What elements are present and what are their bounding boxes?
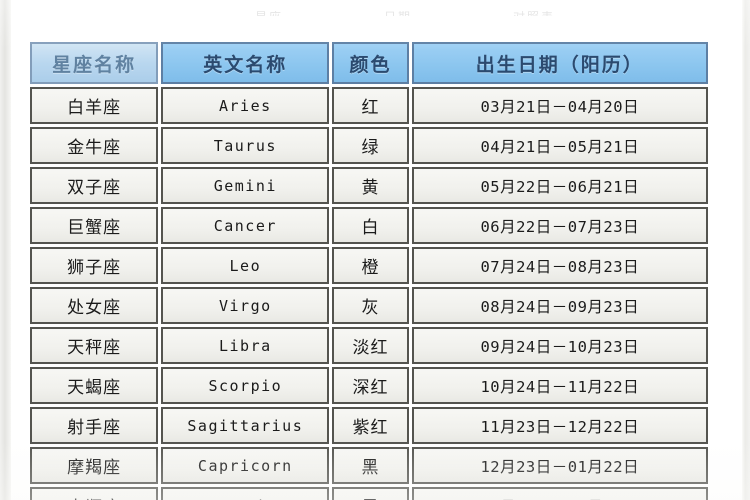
header-birth-date: 出生日期（阳历） [411,42,708,84]
table-header-row: 星座名称 英文名称 颜色 出生日期（阳历） [30,42,708,84]
cell-color: 紫红 [332,407,409,444]
cell-zodiac-name: 射手座 [30,407,159,444]
zodiac-table-container: 星座名称 英文名称 颜色 出生日期（阳历） 白羊座 Aries 红 03月21日… [30,42,714,500]
page-root: 星座 日期 对照表 星座名称 英文名称 颜色 出生日期（阳历） [0,0,750,500]
clipped-title-artifact: 星座 日期 对照表 [255,0,555,16]
cell-english-name: Cancer [161,207,330,244]
cell-birth-date: 11月23日－12月22日 [411,407,708,444]
cell-zodiac-name: 白羊座 [30,87,159,124]
cell-color: 白 [332,207,409,244]
cell-zodiac-name: 处女座 [30,287,159,324]
cell-color: 红 [332,87,409,124]
cell-zodiac-name: 巨蟹座 [30,207,159,244]
cell-color: 绿 [332,127,409,164]
table-row: 射手座 Sagittarius 紫红 11月23日－12月22日 [30,407,708,444]
cell-english-name: Libra [161,327,330,364]
cell-english-name: Aquarius [161,487,330,500]
zodiac-date-table: 星座名称 英文名称 颜色 出生日期（阳历） 白羊座 Aries 红 03月21日… [27,39,711,500]
cell-birth-date: 05月22日－06月21日 [411,167,708,204]
cell-zodiac-name: 天秤座 [30,327,159,364]
page-gutter-left [0,0,11,500]
cell-birth-date: 03月21日－04月20日 [411,87,708,124]
title-fragment-1: 星座 [255,11,283,16]
table-row: 天秤座 Libra 淡红 09月24日－10月23日 [30,327,708,364]
title-fragment-2: 日期 [384,11,412,16]
table-header: 星座名称 英文名称 颜色 出生日期（阳历） [30,42,708,84]
cell-birth-date: 10月24日－11月22日 [411,367,708,404]
cell-english-name: Leo [161,247,330,284]
cell-color: 黑 [332,447,409,484]
table-body: 白羊座 Aries 红 03月21日－04月20日 金牛座 Taurus 绿 0… [30,87,708,500]
cell-color: 黑 [332,487,409,500]
cell-english-name: Taurus [161,127,330,164]
cell-birth-date: 08月24日－09月23日 [411,287,708,324]
cell-english-name: Scorpio [161,367,330,404]
table-row: 金牛座 Taurus 绿 04月21日－05月21日 [30,127,708,164]
cell-english-name: Virgo [161,287,330,324]
cell-birth-date: 06月22日－07月23日 [411,207,708,244]
cell-color: 黄 [332,167,409,204]
header-english-name: 英文名称 [161,42,330,84]
cell-birth-date: 12月23日－01月22日 [411,447,708,484]
table-row: 处女座 Virgo 灰 08月24日－09月23日 [30,287,708,324]
cell-color: 淡红 [332,327,409,364]
table-row: 狮子座 Leo 橙 07月24日－08月23日 [30,247,708,284]
cell-zodiac-name: 摩羯座 [30,447,159,484]
cell-zodiac-name: 水瓶座 [30,487,159,500]
cell-zodiac-name: 天蝎座 [30,367,159,404]
table-row: 双子座 Gemini 黄 05月22日－06月21日 [30,167,708,204]
table-row: 天蝎座 Scorpio 深红 10月24日－11月22日 [30,367,708,404]
table-row: 巨蟹座 Cancer 白 06月22日－07月23日 [30,207,708,244]
cell-english-name: Sagittarius [161,407,330,444]
cell-birth-date: 01月21日－02月19日 [411,487,708,500]
cell-english-name: Capricorn [161,447,330,484]
cell-english-name: Aries [161,87,330,124]
header-zodiac-name: 星座名称 [30,42,159,84]
cell-color: 灰 [332,287,409,324]
table-row: 摩羯座 Capricorn 黑 12月23日－01月22日 [30,447,708,484]
cell-zodiac-name: 双子座 [30,167,159,204]
table-row: 水瓶座 Aquarius 黑 01月21日－02月19日 [30,487,708,500]
cell-zodiac-name: 金牛座 [30,127,159,164]
cell-color: 橙 [332,247,409,284]
table-row: 白羊座 Aries 红 03月21日－04月20日 [30,87,708,124]
page-gutter-right [742,0,750,500]
cell-color: 深红 [332,367,409,404]
cell-birth-date: 09月24日－10月23日 [411,327,708,364]
cell-zodiac-name: 狮子座 [30,247,159,284]
cell-english-name: Gemini [161,167,330,204]
title-fragment-3: 对照表 [513,11,555,16]
header-color: 颜色 [332,42,409,84]
cell-birth-date: 07月24日－08月23日 [411,247,708,284]
cell-birth-date: 04月21日－05月21日 [411,127,708,164]
